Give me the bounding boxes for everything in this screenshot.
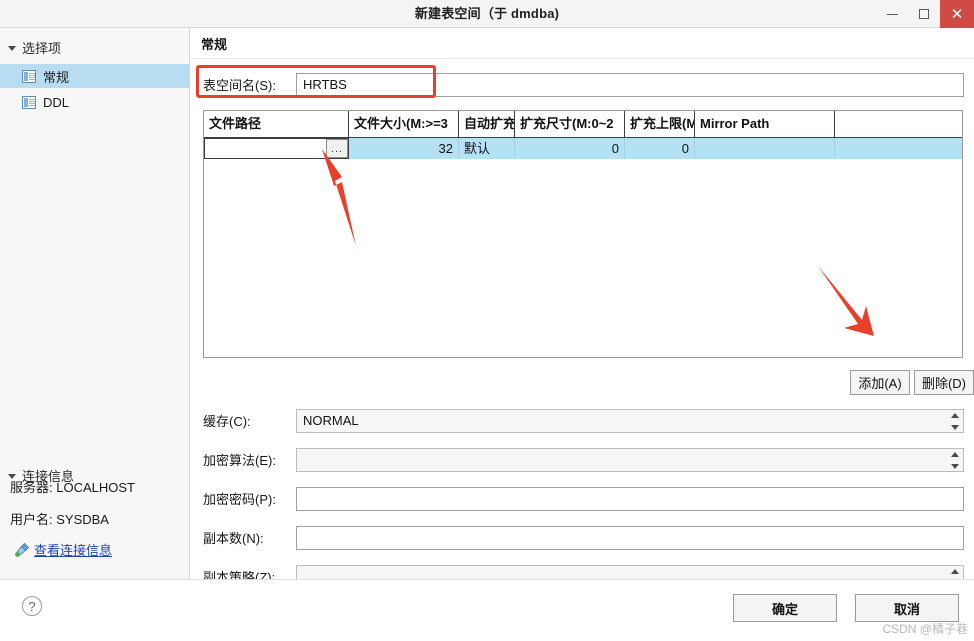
- options-group-header[interactable]: 选择项: [8, 38, 61, 60]
- spinner-icon[interactable]: [950, 452, 959, 469]
- server-info: 服务器: LOCALHOST: [10, 480, 135, 495]
- table-header-extend-limit[interactable]: 扩充上限(M: [625, 111, 695, 137]
- encrypt-password-input[interactable]: [296, 487, 964, 511]
- replica-count-label: 副本数(N):: [203, 531, 264, 546]
- cell-auto-extend[interactable]: 默认: [459, 138, 515, 159]
- encrypt-password-label: 加密密码(P):: [203, 492, 276, 507]
- table-row[interactable]: ... 32 默认 0 0: [204, 138, 962, 159]
- page-title: 常规: [201, 37, 228, 52]
- sidebar-item-ddl[interactable]: DDL: [0, 90, 190, 114]
- document-icon: [22, 95, 36, 109]
- table-header-file-path[interactable]: 文件路径: [204, 111, 349, 137]
- close-button[interactable]: ✕: [940, 0, 974, 28]
- cell-file-size[interactable]: 32: [349, 138, 459, 159]
- cell-extra[interactable]: [835, 138, 962, 159]
- table-header-mirror-path[interactable]: Mirror Path: [695, 111, 835, 137]
- sidebar-item-general[interactable]: 常规: [0, 64, 190, 88]
- encrypt-algorithm-label: 加密算法(E):: [203, 453, 276, 468]
- table-header-file-size[interactable]: 文件大小(M:>=3: [349, 111, 459, 137]
- sidebar: 选择项 常规 DDL 连接信息 服务器: LOCALHOST 用户名: SYSD…: [0, 28, 190, 579]
- table-header-extend-size[interactable]: 扩充尺寸(M:0~2: [515, 111, 625, 137]
- title-divider: [191, 58, 974, 59]
- title-bar: 新建表空间（于 dmdba) ✕: [0, 0, 974, 28]
- cell-extend-limit[interactable]: 0: [625, 138, 695, 159]
- sidebar-item-label: DDL: [43, 94, 70, 110]
- options-group-label: 选择项: [22, 41, 62, 56]
- watermark: CSDN @橘子巷: [882, 622, 968, 636]
- maximize-icon: [919, 9, 929, 19]
- encrypt-algorithm-combobox[interactable]: [296, 448, 964, 472]
- chevron-down-icon: [8, 46, 16, 52]
- add-button[interactable]: 添加(A): [850, 370, 910, 395]
- view-connection-info-link[interactable]: 查看连接信息: [34, 541, 112, 561]
- username-info: 用户名: SYSDBA: [10, 512, 109, 527]
- cell-file-path[interactable]: ...: [204, 138, 349, 159]
- browse-file-button[interactable]: ...: [326, 139, 348, 158]
- window-title: 新建表空间（于 dmdba): [414, 6, 560, 21]
- cancel-button[interactable]: 取消: [855, 594, 959, 622]
- cache-combobox[interactable]: NORMAL: [296, 409, 964, 433]
- table-header-auto-extend[interactable]: 自动扩充: [459, 111, 515, 137]
- document-icon: [22, 69, 36, 83]
- tablespace-name-label: 表空间名(S):: [203, 78, 276, 93]
- cell-extend-size[interactable]: 0: [515, 138, 625, 159]
- tablespace-name-input[interactable]: HRTBS: [296, 73, 964, 97]
- window-controls: ✕: [876, 0, 974, 28]
- table-header-row: 文件路径 文件大小(M:>=3 自动扩充 扩充尺寸(M:0~2 扩充上限(M M…: [204, 111, 962, 138]
- dialog-window: 新建表空间（于 dmdba) ✕ 选择项 常规 DDL 连接信息 服务器: LO…: [0, 0, 974, 641]
- minimize-button[interactable]: [876, 0, 908, 28]
- cell-mirror-path[interactable]: [695, 138, 835, 159]
- minimize-icon: [886, 13, 898, 15]
- datafile-table: 文件路径 文件大小(M:>=3 自动扩充 扩充尺寸(M:0~2 扩充上限(M M…: [203, 110, 963, 358]
- plug-icon: [15, 542, 30, 557]
- ok-button[interactable]: 确定: [733, 594, 837, 622]
- sidebar-item-label: 常规: [43, 69, 70, 85]
- delete-button[interactable]: 删除(D): [914, 370, 974, 395]
- spinner-icon[interactable]: [950, 413, 959, 430]
- replica-count-input[interactable]: [296, 526, 964, 550]
- help-icon[interactable]: ?: [22, 596, 42, 616]
- cache-label: 缓存(C):: [203, 414, 251, 429]
- table-header-extra[interactable]: [835, 111, 962, 137]
- maximize-button[interactable]: [908, 0, 940, 28]
- main-content: 常规 表空间名(S): HRTBS 文件路径 文件大小(M:>=3 自动扩充 扩…: [191, 28, 974, 589]
